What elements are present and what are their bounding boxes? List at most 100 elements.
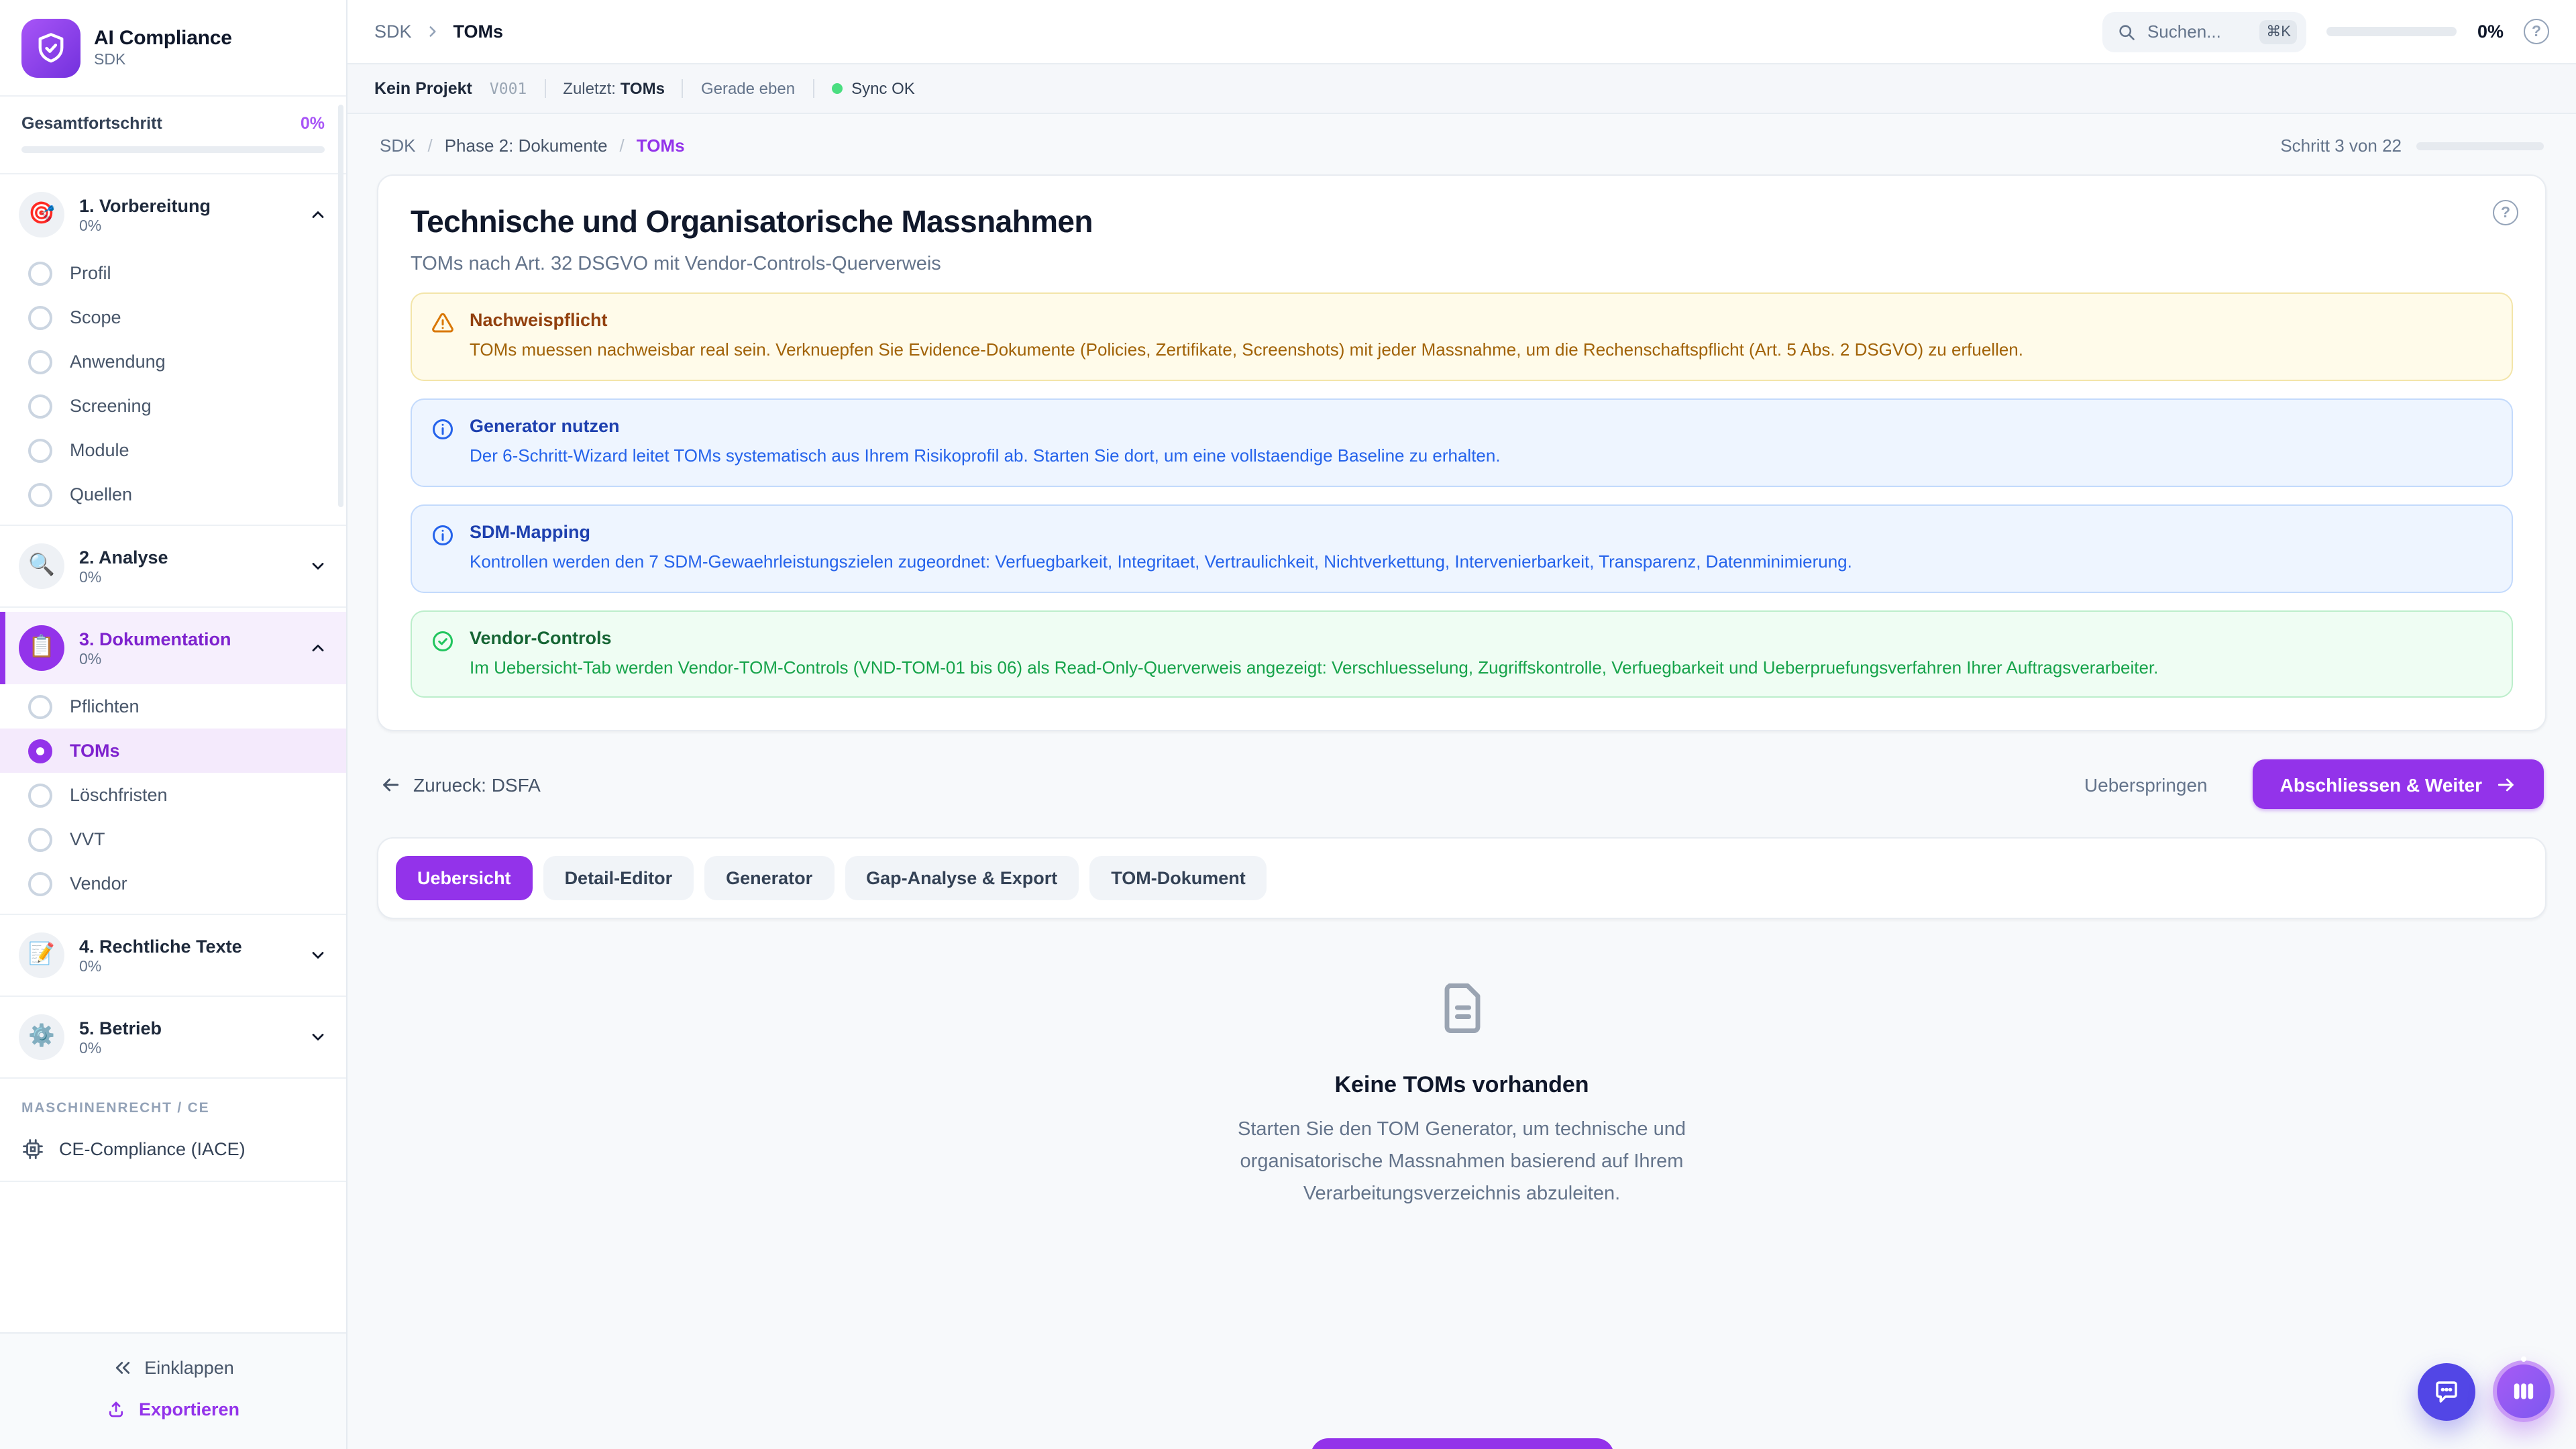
columns-fab-button[interactable] [2493, 1360, 2555, 1422]
wizard-breadcrumb-row: SDK / Phase 2: Dokumente / TOMs Schritt … [380, 136, 2544, 156]
chevron-up-icon [309, 205, 327, 224]
phase-label: 1. Vorbereitung [79, 195, 211, 215]
app-title: AI Compliance [94, 27, 232, 50]
topbar: SDK TOMs Suchen... ⌘K 0% ? [347, 0, 2576, 64]
sidebar-nav: 🎯 1. Vorbereitung 0% Profil Scope [0, 174, 346, 1332]
sidebar-phase-dokumentation[interactable]: 📋 3. Dokumentation 0% [0, 612, 346, 684]
clipboard-emoji-icon: 📋 [19, 625, 64, 671]
sidebar-item-module[interactable]: Module [0, 428, 346, 472]
info-circle-icon [431, 523, 455, 575]
radio-icon [28, 438, 52, 462]
sidebar-item-vendor[interactable]: Vendor [0, 861, 346, 906]
overall-progress-section: Gesamtfortschritt 0% [0, 97, 346, 174]
back-button[interactable]: Zurueck: DSFA [380, 774, 541, 796]
sidebar-item-anwendung[interactable]: Anwendung [0, 339, 346, 384]
search-icon [2118, 22, 2137, 41]
card-help-icon[interactable]: ? [2493, 200, 2518, 225]
keyboard-shortcut-badge: ⌘K [2259, 19, 2298, 44]
step-indicator: Schritt 3 von 22 [2280, 136, 2544, 156]
dart-emoji-icon: 🎯 [19, 192, 64, 237]
chevron-right-icon [424, 23, 441, 40]
chip-icon [21, 1138, 44, 1161]
collapse-sidebar-button[interactable]: Einklappen [112, 1358, 234, 1378]
intro-card: Technische und Organisatorische Massnahm… [377, 174, 2546, 732]
sidebar-scrollbar[interactable] [338, 105, 343, 507]
divider [812, 79, 814, 98]
chat-fab-button[interactable] [2418, 1362, 2475, 1420]
gear-emoji-icon: ⚙️ [19, 1014, 64, 1060]
sidebar-section-maschinenrecht: MASCHINENRECHT / CE [0, 1079, 346, 1128]
alert-nachweispflicht: Nachweispflicht TOMs muessen nachweisbar… [411, 292, 2513, 381]
sidebar-phase-betrieb[interactable]: ⚙️ 5. Betrieb 0% [0, 1001, 346, 1073]
sidebar-header: AI Compliance SDK [0, 0, 346, 97]
sidebar-footer: Einklappen Exportieren [0, 1332, 346, 1449]
arrow-right-icon [2496, 774, 2517, 796]
wizard-breadcrumb: SDK / Phase 2: Dokumente / TOMs [380, 136, 685, 156]
radio-icon [28, 871, 52, 896]
chevron-down-icon [309, 557, 327, 576]
help-icon[interactable]: ? [2524, 19, 2549, 44]
sidebar-phase-analyse[interactable]: 🔍 2. Analyse 0% [0, 530, 346, 602]
phase-percent: 0% [79, 218, 211, 234]
main-area: SDK TOMs Suchen... ⌘K 0% ? [347, 0, 2576, 1449]
breadcrumb-root[interactable]: SDK [374, 21, 412, 42]
document-icon [1431, 979, 1493, 1040]
sidebar-item-pflichten[interactable]: Pflichten [0, 684, 346, 729]
sidebar-item-toms[interactable]: TOMs [0, 729, 346, 773]
divider [544, 79, 545, 98]
divider [682, 79, 684, 98]
chat-bubble-icon [2432, 1377, 2461, 1405]
breadcrumb-current: TOMs [453, 21, 504, 42]
shield-check-icon [34, 30, 68, 65]
last-visited: Zuletzt: TOMs [563, 79, 665, 98]
radio-icon [28, 482, 52, 506]
complete-next-button[interactable]: Abschliessen & Weiter [2253, 760, 2544, 810]
chevron-down-icon [309, 1028, 327, 1046]
radio-icon [28, 694, 52, 718]
tab-detail-editor[interactable]: Detail-Editor [543, 857, 694, 901]
wizard-crumb-sdk[interactable]: SDK [380, 136, 415, 156]
sidebar-item-scope[interactable]: Scope [0, 295, 346, 339]
sync-ok-dot-icon [831, 83, 842, 94]
sidebar-item-profil[interactable]: Profil [0, 251, 346, 295]
alert-generator-nutzen: Generator nutzen Der 6-Schritt-Wizard le… [411, 398, 2513, 487]
start-tom-generator-button[interactable] [1310, 1438, 1613, 1449]
upload-icon [107, 1399, 127, 1419]
skip-button[interactable]: Ueberspringen [2076, 773, 2216, 797]
tab-uebersicht[interactable]: Uebersicht [396, 857, 533, 901]
page-title: Technische und Organisatorische Massnahm… [411, 204, 2513, 240]
sidebar: AI Compliance SDK Gesamtfortschritt 0% 🎯… [0, 0, 347, 1449]
tab-tom-dokument[interactable]: TOM-Dokument [1089, 857, 1267, 901]
overall-progress-bar [21, 146, 325, 153]
app-logo [21, 18, 80, 77]
floating-buttons [2418, 1360, 2555, 1422]
sidebar-item-loeschfristen[interactable]: Löschfristen [0, 773, 346, 817]
sidebar-phase-vorbereitung[interactable]: 🎯 1. Vorbereitung 0% [0, 178, 346, 251]
wizard-nav-row: Zurueck: DSFA Ueberspringen Abschliessen… [380, 760, 2544, 810]
export-button[interactable]: Exportieren [107, 1399, 239, 1419]
radio-selected-icon [28, 739, 52, 763]
version-badge: V001 [490, 79, 527, 98]
sidebar-item-quellen[interactable]: Quellen [0, 472, 346, 517]
arrow-left-icon [380, 774, 401, 796]
sidebar-item-vvt[interactable]: VVT [0, 817, 346, 861]
sidebar-phase-rechtliche-texte[interactable]: 📝 4. Rechtliche Texte 0% [0, 919, 346, 991]
content: SDK / Phase 2: Dokumente / TOMs Schritt … [347, 114, 2576, 1449]
tab-generator[interactable]: Generator [704, 857, 834, 901]
search-input[interactable]: Suchen... ⌘K [2103, 11, 2307, 52]
tab-gap-analyse-export[interactable]: Gap-Analyse & Export [845, 857, 1079, 901]
wizard-crumb-phase[interactable]: Phase 2: Dokumente [445, 136, 608, 156]
radio-icon [28, 827, 52, 851]
step-progress-bar [2416, 142, 2544, 150]
sidebar-item-screening[interactable]: Screening [0, 384, 346, 428]
search-placeholder: Suchen... [2147, 21, 2249, 42]
statusbar: Kein Projekt V001 Zuletzt: TOMs Gerade e… [347, 64, 2576, 114]
page-subtitle: TOMs nach Art. 32 DSGVO mit Vendor-Contr… [411, 254, 2513, 275]
last-saved-time: Gerade eben [701, 79, 795, 98]
alert-sdm-mapping: SDM-Mapping Kontrollen werden den 7 SDM-… [411, 504, 2513, 592]
sidebar-item-ce-compliance[interactable]: CE-Compliance (IACE) [0, 1128, 346, 1182]
header-progress-value: 0% [2477, 21, 2504, 42]
magnifier-emoji-icon: 🔍 [19, 543, 64, 589]
tab-bar: Uebersicht Detail-Editor Generator Gap-A… [377, 838, 2546, 920]
radio-icon [28, 350, 52, 374]
